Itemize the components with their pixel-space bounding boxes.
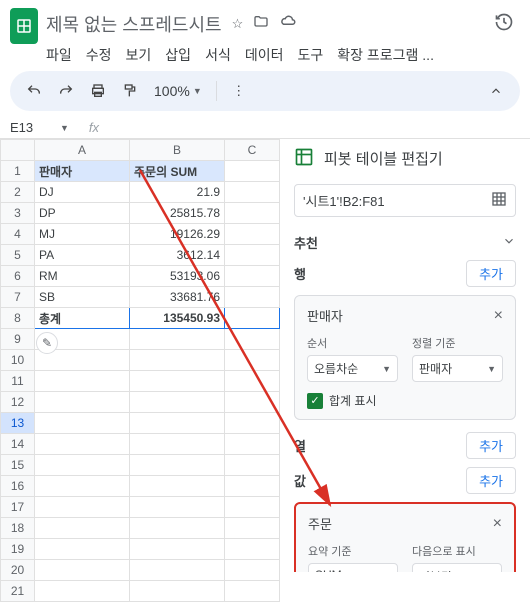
spreadsheet-grid[interactable]: A B C 1판매자주문의 SUM 2DJ21.9 3DP25815.78 4M… xyxy=(0,139,280,572)
data-range-input[interactable]: '시트1'!B2:F81 xyxy=(294,184,516,217)
undo-button[interactable] xyxy=(20,77,48,105)
toolbar: 100%▼ ⋮ xyxy=(10,71,520,111)
fx-icon: fx xyxy=(89,120,99,135)
row-field-title: 판매자 xyxy=(307,306,343,325)
show-totals-label: 합계 표시 xyxy=(329,392,377,409)
pivot-editor-panel: 피봇 테이블 편집기 '시트1'!B2:F81 추천 행 추가 판매자 × 순서… xyxy=(280,139,530,572)
col-header-c[interactable]: C xyxy=(225,140,280,161)
rows-label: 행 xyxy=(294,264,306,283)
suggest-label: 추천 xyxy=(294,233,318,252)
show-totals-checkbox[interactable]: ✓ xyxy=(307,393,323,409)
columns-label: 열 xyxy=(294,436,306,455)
col-header-b[interactable]: B xyxy=(130,140,225,161)
showas-select[interactable]: 기본값▼ xyxy=(412,563,502,572)
menu-file[interactable]: 파일 xyxy=(46,45,72,65)
menu-bar: 파일 수정 보기 삽입 서식 데이터 도구 확장 프로그램 ... xyxy=(46,45,520,65)
print-button[interactable] xyxy=(84,77,112,105)
redo-button[interactable] xyxy=(52,77,80,105)
value-field-title: 주문 xyxy=(308,514,332,533)
showas-label: 다음으로 표시 xyxy=(412,543,502,559)
range-text: '시트1'!B2:F81 xyxy=(303,191,491,210)
history-icon[interactable] xyxy=(488,6,520,41)
name-box[interactable]: E13 xyxy=(10,120,60,135)
more-button[interactable]: ⋮ xyxy=(225,77,253,105)
values-label: 값 xyxy=(294,471,306,490)
table-row[interactable]: SB xyxy=(35,287,130,308)
table-row[interactable]: PA xyxy=(35,245,130,266)
expand-suggestions-icon[interactable] xyxy=(502,234,516,251)
menu-data[interactable]: 데이터 xyxy=(245,45,284,65)
pivot-total-label[interactable]: 총계 xyxy=(35,308,130,329)
col-header-a[interactable]: A xyxy=(35,140,130,161)
paint-format-button[interactable] xyxy=(116,77,144,105)
sheets-logo xyxy=(10,8,38,44)
sortby-select[interactable]: 판매자▼ xyxy=(412,355,503,382)
value-field-card: 주문 × 요약 기준 SUM▼ 다음으로 표시 기본값▼ xyxy=(294,502,516,572)
menu-format[interactable]: 서식 xyxy=(205,45,231,65)
pivot-total-value[interactable]: 135450.93 xyxy=(130,308,225,329)
pivot-edit-button[interactable]: ✎ xyxy=(36,332,58,354)
close-icon[interactable]: × xyxy=(494,307,503,325)
zoom-value: 100% xyxy=(154,83,190,99)
name-box-dropdown-icon[interactable]: ▼ xyxy=(60,123,69,133)
summarize-label: 요약 기준 xyxy=(308,543,398,559)
add-column-button[interactable]: 추가 xyxy=(466,432,516,459)
pivot-icon xyxy=(294,147,314,170)
cloud-status-icon[interactable] xyxy=(279,13,297,34)
table-row[interactable]: DP xyxy=(35,203,130,224)
summarize-select[interactable]: SUM▼ xyxy=(308,563,398,572)
star-icon[interactable]: ☆ xyxy=(232,16,244,32)
sortby-label: 정렬 기준 xyxy=(412,335,503,351)
table-row[interactable]: DJ xyxy=(35,182,130,203)
order-select[interactable]: 오름차순▼ xyxy=(307,355,398,382)
close-icon[interactable]: × xyxy=(493,515,502,533)
menu-insert[interactable]: 삽입 xyxy=(165,45,191,65)
move-folder-icon[interactable] xyxy=(253,14,269,33)
table-row[interactable]: MJ xyxy=(35,224,130,245)
collapse-toolbar-button[interactable] xyxy=(482,77,510,105)
menu-tools[interactable]: 도구 xyxy=(297,45,323,65)
add-value-button[interactable]: 추가 xyxy=(466,467,516,494)
grid-select-icon[interactable] xyxy=(491,191,507,210)
zoom-select[interactable]: 100%▼ xyxy=(148,83,208,99)
panel-title: 피봇 테이블 편집기 xyxy=(324,148,443,169)
table-row[interactable]: RM xyxy=(35,266,130,287)
pivot-header-sum[interactable]: 주문의 SUM xyxy=(130,161,225,182)
add-row-button[interactable]: 추가 xyxy=(466,260,516,287)
doc-title[interactable]: 제목 없는 스프레드시트 xyxy=(46,11,222,37)
menu-extensions[interactable]: 확장 프로그램 ... xyxy=(337,45,434,65)
menu-view[interactable]: 보기 xyxy=(126,45,152,65)
pivot-header-seller[interactable]: 판매자 xyxy=(35,161,130,182)
row-field-card: 판매자 × 순서 오름차순▼ 정렬 기준 판매자▼ ✓ 합계 표시 xyxy=(294,295,516,420)
menu-edit[interactable]: 수정 xyxy=(86,45,112,65)
order-label: 순서 xyxy=(307,335,398,351)
